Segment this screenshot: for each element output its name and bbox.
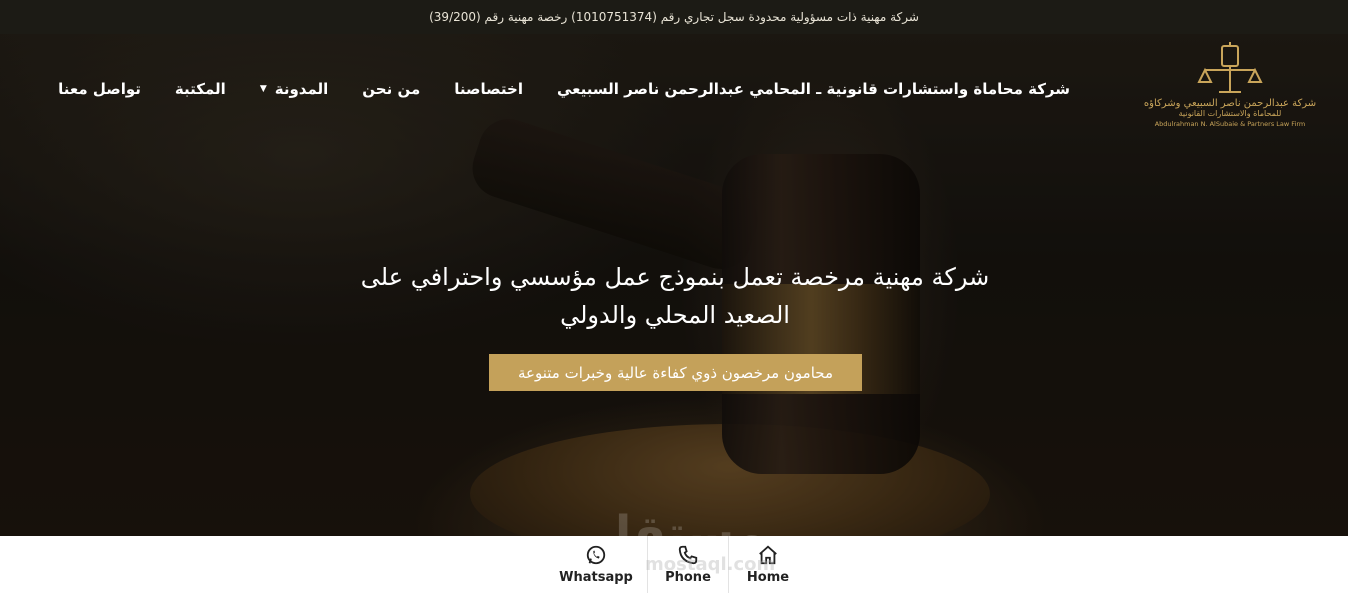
- nav-item-specialties[interactable]: اختصاصنا: [454, 80, 523, 98]
- nav-item-library[interactable]: المكتبة: [175, 80, 226, 98]
- logo-arabic-subtitle: للمحاماة والاستشارات القانونية: [1178, 109, 1282, 118]
- whatsapp-button[interactable]: Whatsapp: [556, 544, 636, 585]
- hero-headline: شركة مهنية مرخصة تعمل بنموذج عمل مؤسسي و…: [300, 258, 1050, 334]
- nav-item-label: تواصل معنا: [58, 80, 141, 98]
- scales-of-justice-icon: [1197, 40, 1263, 96]
- logo-arabic-name: شركة عبدالرحمن ناصر السبيعي وشركاؤه: [1143, 98, 1317, 109]
- main-navigation: شركة محاماة واستشارات قانونية ـ المحامي …: [58, 80, 1070, 98]
- nav-item-about[interactable]: من نحن: [362, 80, 420, 98]
- nav-item-home-title[interactable]: شركة محاماة واستشارات قانونية ـ المحامي …: [557, 80, 1070, 98]
- whatsapp-label: Whatsapp: [559, 570, 633, 585]
- nav-item-label: المدونة: [274, 80, 329, 98]
- caret-down-icon: ▼: [259, 84, 267, 94]
- nav-item-label: من نحن: [362, 80, 421, 98]
- nav-item-label: شركة محاماة واستشارات قانونية ـ المحامي …: [557, 80, 1070, 98]
- watermark-english: mostaql.com: [645, 554, 776, 575]
- company-registration-text: شركة مهنية ذات مسؤولية محدودة سجل تجاري …: [429, 10, 919, 24]
- top-info-bar: شركة مهنية ذات مسؤولية محدودة سجل تجاري …: [0, 0, 1348, 34]
- logo-english-name: Abdulrahman N. AlSubaie & Partners Law F…: [1154, 120, 1306, 128]
- nav-item-label: المكتبة: [174, 80, 226, 98]
- hero-headline-line-1: شركة مهنية مرخصة تعمل بنموذج عمل مؤسسي و…: [360, 263, 990, 291]
- nav-item-blog[interactable]: المدونة ▼: [260, 80, 328, 98]
- nav-item-label: اختصاصنا: [454, 80, 523, 98]
- whatsapp-icon: [586, 545, 606, 565]
- hero-cta-button[interactable]: محامون مرخصون ذوي كفاءة عالية وخبرات متن…: [489, 354, 862, 391]
- hero-headline-line-2: الصعيد المحلي والدولي: [560, 301, 790, 329]
- company-logo[interactable]: شركة عبدالرحمن ناصر السبيعي وشركاؤه للمح…: [1144, 40, 1316, 148]
- nav-item-contact[interactable]: تواصل معنا: [58, 80, 141, 98]
